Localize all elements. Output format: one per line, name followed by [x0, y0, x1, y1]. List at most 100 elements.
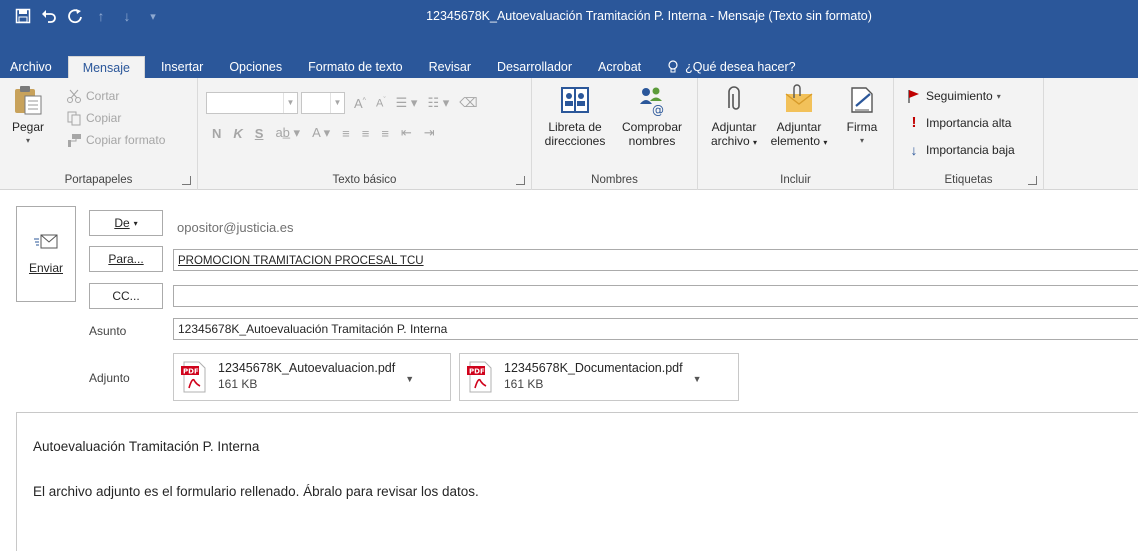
attach-file-label-2-text: archivo — [710, 134, 750, 148]
basic-text-launcher-icon[interactable] — [516, 176, 525, 185]
attachment-label: Adjunto — [89, 371, 130, 385]
group-basic-text: ▼ ▼ A^ Aˇ ☰ ▾ ☷ ▾ ⌫ N K S ab̲ ▾ A ▾ ≡ ≡ … — [198, 78, 532, 190]
tab-insertar[interactable]: Insertar — [151, 56, 213, 78]
paste-button[interactable]: Pegar ▾ — [8, 84, 48, 148]
tell-me-text: ¿Qué desea hacer? — [685, 60, 796, 74]
decrease-indent-icon[interactable]: ⇤ — [401, 125, 412, 141]
to-field[interactable]: PROMOCION TRAMITACION PROCESAL TCU — [173, 249, 1138, 271]
signature-button[interactable]: Firma ▾ — [840, 84, 884, 148]
format-painter-label: Copiar formato — [86, 133, 166, 147]
grow-font-icon[interactable]: A^ — [354, 96, 366, 111]
attach-file-button[interactable]: Adjuntar archivo ▾ — [704, 84, 764, 150]
address-book-icon — [561, 87, 589, 113]
bold-button[interactable]: N — [212, 126, 221, 141]
high-importance-label: Importancia alta — [926, 116, 1012, 130]
high-importance-button[interactable]: ! Importancia alta — [906, 113, 1012, 133]
clipboard-launcher-icon[interactable] — [182, 176, 191, 185]
subject-field[interactable]: 12345678K_Autoevaluación Tramitación P. … — [173, 318, 1138, 340]
follow-up-button[interactable]: Seguimiento ▾ — [906, 86, 1001, 106]
signature-label: Firma — [846, 120, 878, 134]
attach-item-button[interactable]: Adjuntar elemento ▾ — [766, 84, 832, 150]
pdf-icon: PDF — [181, 361, 206, 393]
paperclip-icon — [728, 86, 740, 110]
group-clipboard: Pegar ▾ Cortar Copiar Copiar formato Por… — [0, 78, 198, 190]
numbering-icon[interactable]: ☷ ▾ — [427, 95, 449, 111]
attachment-size: 161 KB — [218, 377, 258, 391]
cc-field[interactable] — [173, 285, 1138, 307]
format-painter-icon — [68, 134, 81, 147]
from-address: opositor@justicia.es — [177, 220, 294, 235]
send-button[interactable]: Enviar — [16, 206, 76, 302]
check-names-button[interactable]: @ Comprobar nombres — [616, 84, 688, 148]
message-body-line-1[interactable]: Autoevaluación Tramitación P. Interna — [33, 439, 259, 454]
tab-archivo[interactable]: Archivo — [0, 56, 62, 78]
attachment-item[interactable]: PDF 12345678K_Documentacion.pdf 161 KB ▼ — [459, 353, 739, 401]
message-body-line-2[interactable]: El archivo adjunto es el formulario rell… — [33, 484, 479, 499]
scissors-icon — [67, 89, 81, 103]
font-size-combo[interactable]: ▼ — [301, 92, 345, 114]
attach-file-label-1: Adjuntar — [711, 120, 757, 134]
address-book-button[interactable]: Libreta de direcciones — [540, 84, 610, 148]
group-label-tags: Etiquetas — [944, 174, 993, 186]
align-right-icon[interactable]: ≡ — [381, 126, 389, 141]
cc-button[interactable]: CC... — [89, 283, 163, 309]
tags-launcher-icon[interactable] — [1028, 176, 1037, 185]
text-format-controls: N K S ab̲ ▾ A ▾ ≡ ≡ ≡ ⇤ ⇥ — [212, 122, 435, 144]
increase-indent-icon[interactable]: ⇥ — [424, 125, 435, 141]
font-name-combo[interactable]: ▼ — [206, 92, 298, 114]
subject-label: Asunto — [89, 324, 127, 338]
tab-mensaje[interactable]: Mensaje — [67, 56, 145, 78]
attachment-meta: 12345678K_Documentacion.pdf 161 KB — [504, 360, 683, 392]
clear-formatting-icon[interactable]: ⌫ — [459, 95, 477, 111]
underline-button[interactable]: S — [255, 126, 264, 141]
signature-dropdown-icon: ▾ — [859, 136, 864, 145]
tab-revisar[interactable]: Revisar — [419, 56, 481, 78]
group-label-include: Incluir — [780, 174, 811, 186]
tab-opciones[interactable]: Opciones — [219, 56, 292, 78]
pdf-icon: PDF — [467, 361, 492, 393]
copy-button[interactable]: Copiar — [66, 108, 121, 128]
to-recipient[interactable]: PROMOCION TRAMITACION PROCESAL TCU — [178, 255, 424, 267]
signature-icon — [851, 87, 873, 113]
low-importance-button[interactable]: ↓ Importancia baja — [906, 140, 1015, 160]
font-size-controls: A^ Aˇ ☰ ▾ ☷ ▾ ⌫ — [354, 92, 478, 114]
chevron-down-icon[interactable]: ▼ — [405, 374, 414, 384]
align-center-icon[interactable]: ≡ — [362, 126, 370, 141]
highlight-icon[interactable]: ab̲ ▾ — [275, 125, 300, 141]
attachment-filename: 12345678K_Documentacion.pdf — [504, 361, 683, 375]
exclamation-icon: ! — [911, 114, 917, 131]
group-include: Adjuntar archivo ▾ Adjuntar elemento ▾ F… — [698, 78, 894, 190]
bullets-icon[interactable]: ☰ ▾ — [396, 95, 418, 111]
group-tags: Seguimiento ▾ ! Importancia alta ↓ Impor… — [894, 78, 1044, 190]
chevron-down-icon[interactable]: ▼ — [693, 374, 702, 384]
chevron-down-icon: ▼ — [330, 93, 344, 113]
tab-desarrollador[interactable]: Desarrollador — [487, 56, 582, 78]
ribbon-tabs: Archivo Mensaje Insertar Opciones Format… — [0, 56, 806, 78]
svg-text:PDF: PDF — [183, 368, 199, 376]
follow-up-label: Seguimiento — [926, 89, 993, 103]
follow-up-dropdown-icon: ▾ — [996, 91, 1001, 101]
send-label: Enviar — [28, 261, 63, 275]
from-button[interactable]: De ▾ — [89, 210, 163, 236]
attach-item-dropdown-icon: ▾ — [823, 138, 828, 147]
message-body-separator — [16, 412, 1138, 413]
attach-item-label-2: elemento ▾ — [771, 134, 828, 150]
lightbulb-icon — [668, 60, 678, 73]
font-color-icon[interactable]: A ▾ — [312, 125, 330, 141]
format-painter-button[interactable]: Copiar formato — [66, 130, 165, 150]
check-names-icon: @ — [640, 87, 664, 116]
shrink-font-icon[interactable]: Aˇ — [376, 97, 386, 110]
to-button[interactable]: Para... — [89, 246, 163, 272]
tell-me-box[interactable]: ¿Qué desea hacer? — [657, 56, 806, 78]
align-left-icon[interactable]: ≡ — [342, 126, 350, 141]
tab-acrobat[interactable]: Acrobat — [588, 56, 651, 78]
check-names-label-1: Comprobar — [621, 120, 683, 134]
cut-label: Cortar — [86, 89, 120, 103]
ribbon: Pegar ▾ Cortar Copiar Copiar formato Por… — [0, 78, 1138, 190]
tab-formato-de-texto[interactable]: Formato de texto — [298, 56, 413, 78]
from-button-label: De — [114, 216, 130, 230]
attach-file-dropdown-icon: ▾ — [753, 138, 758, 147]
attachment-item[interactable]: PDF 12345678K_Autoevaluacion.pdf 161 KB … — [173, 353, 451, 401]
italic-button[interactable]: K — [233, 126, 242, 141]
cut-button[interactable]: Cortar — [66, 86, 119, 106]
